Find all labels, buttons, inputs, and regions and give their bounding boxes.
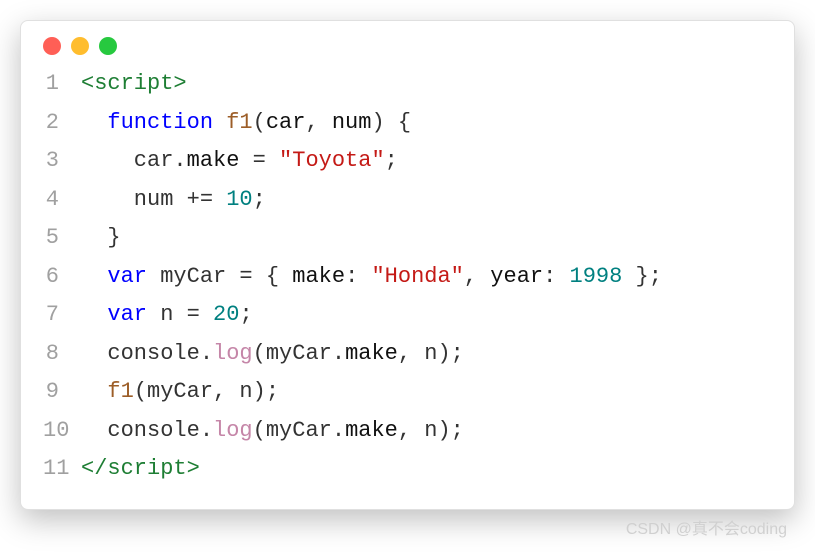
code-token: = bbox=[239, 148, 279, 173]
code-token: n = bbox=[147, 302, 213, 327]
line-number: 2 bbox=[43, 104, 81, 143]
line-content: console.log(myCar.make, n); bbox=[81, 335, 464, 374]
code-token: var bbox=[107, 264, 147, 289]
code-token: 1998 bbox=[570, 264, 623, 289]
code-area: 1<script>2 function f1(car, num) {3 car.… bbox=[21, 65, 794, 509]
code-token: 10 bbox=[226, 187, 252, 212]
code-token: : bbox=[543, 264, 569, 289]
code-line: 5 } bbox=[43, 219, 772, 258]
code-token: f1 bbox=[226, 110, 252, 135]
code-token: , bbox=[464, 264, 490, 289]
code-token: , n); bbox=[398, 418, 464, 443]
code-token: ; bbox=[385, 148, 398, 173]
line-content: var myCar = { make: "Honda", year: 1998 … bbox=[81, 258, 662, 297]
code-token: num += bbox=[81, 187, 226, 212]
code-window: 1<script>2 function f1(car, num) {3 car.… bbox=[20, 20, 795, 510]
code-token: : bbox=[345, 264, 371, 289]
code-token: car bbox=[81, 148, 173, 173]
code-token: <script> bbox=[81, 71, 187, 96]
code-token: (myCar. bbox=[253, 341, 345, 366]
code-token: car bbox=[266, 110, 306, 135]
traffic-lights bbox=[21, 21, 794, 65]
line-number: 10 bbox=[43, 412, 81, 451]
code-line: 9 f1(myCar, n); bbox=[43, 373, 772, 412]
code-token: ( bbox=[253, 110, 266, 135]
code-line: 7 var n = 20; bbox=[43, 296, 772, 335]
line-content: console.log(myCar.make, n); bbox=[81, 412, 464, 451]
line-number: 11 bbox=[43, 450, 81, 489]
code-line: 11</script> bbox=[43, 450, 772, 489]
code-token: make bbox=[292, 264, 345, 289]
line-content: car.make = "Toyota"; bbox=[81, 142, 398, 181]
code-token: , n); bbox=[398, 341, 464, 366]
code-token: (myCar. bbox=[253, 418, 345, 443]
code-line: 10 console.log(myCar.make, n); bbox=[43, 412, 772, 451]
line-content: </script> bbox=[81, 450, 200, 489]
code-token: make bbox=[187, 148, 240, 173]
code-token: var bbox=[107, 302, 147, 327]
code-line: 2 function f1(car, num) { bbox=[43, 104, 772, 143]
code-token: 20 bbox=[213, 302, 239, 327]
close-icon[interactable] bbox=[43, 37, 61, 55]
code-token bbox=[213, 110, 226, 135]
code-token: make bbox=[345, 341, 398, 366]
line-number: 1 bbox=[43, 65, 81, 104]
line-content: function f1(car, num) { bbox=[81, 104, 411, 143]
line-content: var n = 20; bbox=[81, 296, 253, 335]
line-number: 8 bbox=[43, 335, 81, 374]
code-line: 6 var myCar = { make: "Honda", year: 199… bbox=[43, 258, 772, 297]
code-token: f1 bbox=[107, 379, 133, 404]
minimize-icon[interactable] bbox=[71, 37, 89, 55]
code-token: , bbox=[305, 110, 331, 135]
code-token: console. bbox=[81, 418, 213, 443]
line-number: 3 bbox=[43, 142, 81, 181]
code-line: 8 console.log(myCar.make, n); bbox=[43, 335, 772, 374]
code-line: 3 car.make = "Toyota"; bbox=[43, 142, 772, 181]
line-number: 5 bbox=[43, 219, 81, 258]
code-token: "Toyota" bbox=[279, 148, 385, 173]
watermark: CSDN @真不会coding bbox=[626, 515, 787, 539]
code-line: 4 num += 10; bbox=[43, 181, 772, 220]
code-token: </script> bbox=[81, 456, 200, 481]
line-content: f1(myCar, n); bbox=[81, 373, 279, 412]
code-token: (myCar, n); bbox=[134, 379, 279, 404]
code-token: log bbox=[213, 341, 253, 366]
line-content: } bbox=[81, 219, 121, 258]
code-token: function bbox=[107, 110, 213, 135]
code-token: console. bbox=[81, 341, 213, 366]
line-number: 7 bbox=[43, 296, 81, 335]
maximize-icon[interactable] bbox=[99, 37, 117, 55]
code-token bbox=[81, 302, 107, 327]
code-token: log bbox=[213, 418, 253, 443]
line-content: <script> bbox=[81, 65, 187, 104]
code-line: 1<script> bbox=[43, 65, 772, 104]
code-token: year bbox=[490, 264, 543, 289]
code-token bbox=[81, 379, 107, 404]
code-token: ; bbox=[239, 302, 252, 327]
code-token: "Honda" bbox=[371, 264, 463, 289]
code-token: . bbox=[173, 148, 186, 173]
line-number: 9 bbox=[43, 373, 81, 412]
code-token: num bbox=[332, 110, 372, 135]
code-token: ) { bbox=[371, 110, 411, 135]
code-token: make bbox=[345, 418, 398, 443]
code-token bbox=[81, 110, 107, 135]
line-number: 6 bbox=[43, 258, 81, 297]
code-token: } bbox=[81, 225, 121, 250]
line-number: 4 bbox=[43, 181, 81, 220]
code-token: ; bbox=[253, 187, 266, 212]
code-token: myCar = { bbox=[147, 264, 292, 289]
line-content: num += 10; bbox=[81, 181, 266, 220]
code-token bbox=[81, 264, 107, 289]
code-token: }; bbox=[622, 264, 662, 289]
